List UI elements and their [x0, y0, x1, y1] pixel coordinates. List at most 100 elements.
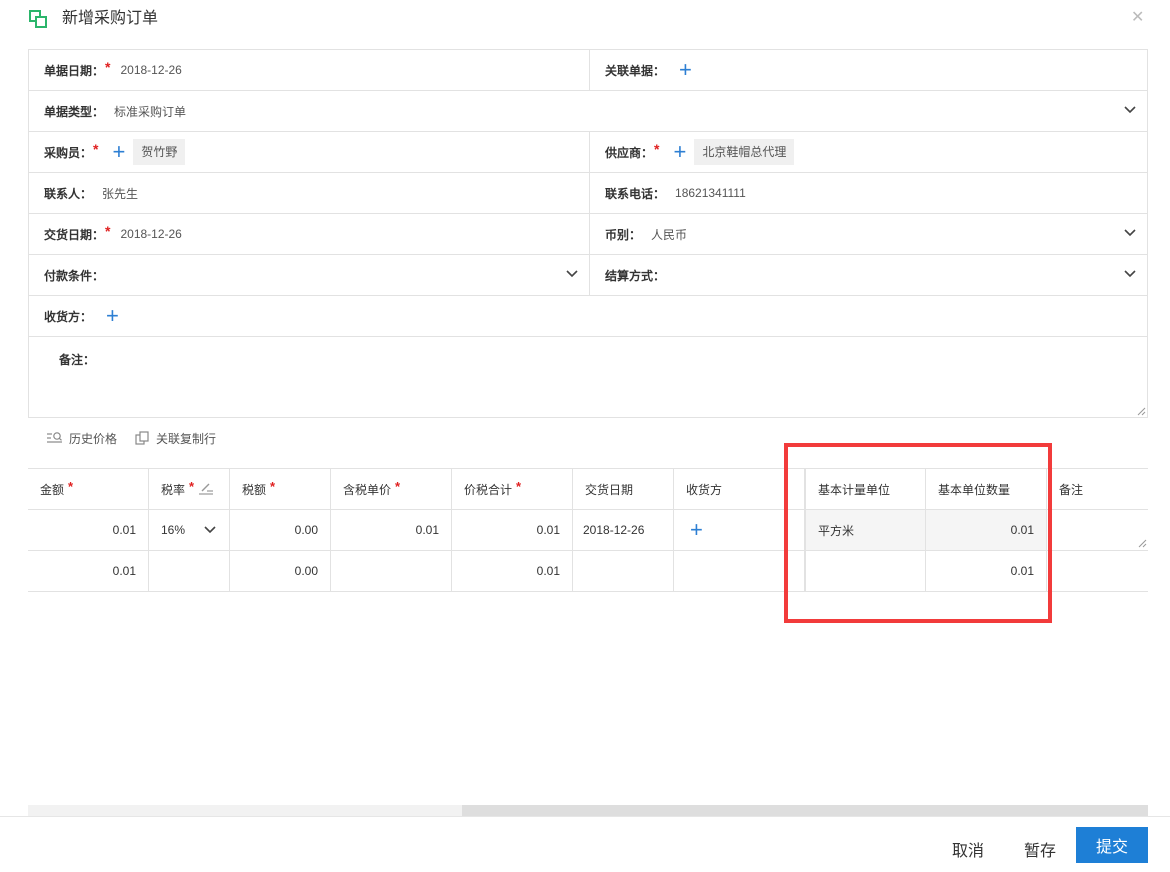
history-search-icon	[47, 432, 62, 443]
supplier-label: 供应商：	[605, 145, 654, 160]
cell-delivery-date[interactable]: 2018-12-26	[573, 510, 674, 550]
required-mark: *	[93, 141, 99, 157]
chevron-down-icon[interactable]	[203, 524, 217, 536]
bill-date-field[interactable]: 单据日期： * 2018-12-26	[29, 50, 589, 90]
col-total-tax-label: 价税合计	[464, 482, 513, 497]
col-base-qty-label: 基本单位数量	[938, 482, 1011, 497]
chevron-down-icon[interactable]	[1123, 104, 1137, 116]
phone-label: 联系电话：	[605, 186, 666, 201]
delivery-date-value[interactable]: 2018-12-26	[120, 227, 181, 241]
currency-label: 币别：	[605, 227, 642, 242]
close-icon[interactable]: ✕	[1131, 9, 1144, 27]
total-unit-price-tax	[331, 551, 452, 591]
total-base-qty: 0.01	[926, 551, 1047, 591]
copy-related-label: 关联复制行	[156, 431, 217, 446]
required-mark: *	[105, 223, 111, 239]
cell-tax[interactable]: 0.00	[230, 510, 331, 550]
table-row: 0.01 16% 0.00 0.01 0.01 2018-12-26 + 平方米…	[28, 510, 1148, 551]
batch-edit-icon[interactable]	[198, 482, 214, 496]
contact-field[interactable]: 联系人： 张先生	[29, 173, 589, 213]
dialog-title: 新增采购订单	[62, 10, 159, 27]
cell-base-qty: 0.01	[926, 510, 1047, 550]
bill-type-value[interactable]: 标准采购订单	[114, 103, 186, 120]
col-remark-label: 备注	[1059, 482, 1084, 497]
delivery-date-field[interactable]: 交货日期： * 2018-12-26	[29, 214, 589, 254]
bill-type-label: 单据类型：	[44, 104, 105, 119]
chevron-down-icon[interactable]	[565, 268, 579, 280]
contact-value[interactable]: 张先生	[102, 185, 138, 202]
dialog-footer: 取消 暂存 提交	[0, 816, 1170, 872]
resize-handle-icon[interactable]	[1137, 538, 1147, 548]
chevron-down-icon[interactable]	[1123, 268, 1137, 280]
cell-tax-rate[interactable]: 16%	[149, 510, 230, 550]
grid-header-row: 金额 * 税率 * 税额 * 含税单价 * 价税合计 * 交货日期 收货方 基本计量单位 …	[28, 468, 1148, 510]
total-tax-rate	[149, 551, 230, 591]
col-remark-header[interactable]: 备注	[1047, 469, 1148, 509]
buyer-label: 采购员：	[44, 145, 93, 160]
cell-amount[interactable]: 0.01	[28, 510, 149, 550]
add-supplier-icon[interactable]: +	[673, 141, 686, 163]
required-mark: *	[105, 59, 111, 75]
required-mark: *	[395, 478, 401, 494]
total-base-unit	[805, 551, 926, 591]
receiver-label: 收货方：	[44, 309, 93, 324]
col-base-qty-header[interactable]: 基本单位数量	[926, 469, 1047, 509]
phone-value[interactable]: 18621341111	[675, 186, 746, 200]
bill-date-value[interactable]: 2018-12-26	[120, 63, 181, 77]
currency-value[interactable]: 人民币	[651, 226, 687, 243]
cell-remark[interactable]	[1047, 510, 1148, 550]
required-mark: *	[189, 478, 195, 494]
add-buyer-icon[interactable]: +	[112, 141, 125, 163]
col-base-unit-header[interactable]: 基本计量单位	[805, 469, 926, 509]
resize-handle-icon[interactable]	[1136, 406, 1146, 416]
copy-icon	[135, 431, 149, 445]
submit-button[interactable]: 提交	[1076, 827, 1148, 863]
required-mark: *	[654, 141, 660, 157]
total-amount: 0.01	[28, 551, 149, 591]
save-draft-button[interactable]: 暂存	[1024, 837, 1056, 861]
col-tax-rate-label: 税率	[161, 482, 186, 497]
copy-related-button[interactable]: 关联复制行	[135, 430, 216, 447]
col-delivery-date-header[interactable]: 交货日期	[573, 469, 674, 509]
supplier-field: 供应商： * + 北京鞋帽总代理	[589, 132, 1147, 172]
cancel-button[interactable]: 取消	[952, 837, 984, 861]
col-total-tax-header[interactable]: 价税合计 *	[452, 469, 573, 509]
col-receiver-label: 收货方	[686, 482, 723, 497]
chevron-down-icon[interactable]	[1123, 227, 1137, 239]
col-tax-rate-header[interactable]: 税率 *	[149, 469, 230, 509]
payment-terms-field[interactable]: 付款条件：	[29, 255, 589, 295]
order-lines-grid: 金额 * 税率 * 税额 * 含税单价 * 价税合计 * 交货日期 收货方 基本计量单位 …	[28, 468, 1148, 592]
col-unit-price-tax-label: 含税单价	[343, 482, 392, 497]
buyer-chip[interactable]: 贺竹野	[133, 139, 186, 165]
bill-type-field[interactable]: 单据类型： 标准采购订单	[29, 91, 1147, 131]
add-receiver-icon[interactable]: +	[690, 519, 703, 541]
history-price-label: 历史价格	[69, 431, 118, 446]
supplier-chip[interactable]: 北京鞋帽总代理	[694, 139, 795, 165]
col-tax-label: 税额	[242, 482, 267, 497]
cell-total-tax[interactable]: 0.01	[452, 510, 573, 550]
total-remark	[1047, 551, 1148, 591]
required-mark: *	[270, 478, 276, 494]
col-tax-header[interactable]: 税额 *	[230, 469, 331, 509]
add-receiver-icon[interactable]: +	[106, 305, 119, 327]
add-related-bill-icon[interactable]: +	[679, 59, 692, 81]
grid-toolbar: 历史价格 关联复制行	[46, 428, 234, 448]
total-tax: 0.00	[230, 551, 331, 591]
col-amount-header[interactable]: 金额 *	[28, 469, 149, 509]
remark-label: 备注：	[59, 353, 96, 367]
related-bill-field: 关联单据： +	[589, 50, 1147, 90]
settlement-field[interactable]: 结算方式：	[589, 255, 1147, 295]
totals-row: 0.01 0.00 0.01 0.01	[28, 551, 1148, 592]
receiver-field: 收货方： +	[29, 296, 1147, 336]
phone-field[interactable]: 联系电话： 18621341111	[589, 173, 1147, 213]
currency-field[interactable]: 币别： 人民币	[589, 214, 1147, 254]
remark-field[interactable]: 备注：	[29, 337, 1147, 417]
col-unit-price-tax-header[interactable]: 含税单价 *	[331, 469, 452, 509]
col-amount-label: 金额	[40, 482, 65, 497]
col-delivery-date-label: 交货日期	[585, 482, 634, 497]
cell-base-unit: 平方米	[805, 510, 926, 550]
dialog-header: 新增采购订单 ✕	[0, 0, 1170, 40]
col-receiver-header[interactable]: 收货方	[674, 469, 805, 509]
cell-unit-price-tax[interactable]: 0.01	[331, 510, 452, 550]
history-price-button[interactable]: 历史价格	[46, 430, 117, 447]
